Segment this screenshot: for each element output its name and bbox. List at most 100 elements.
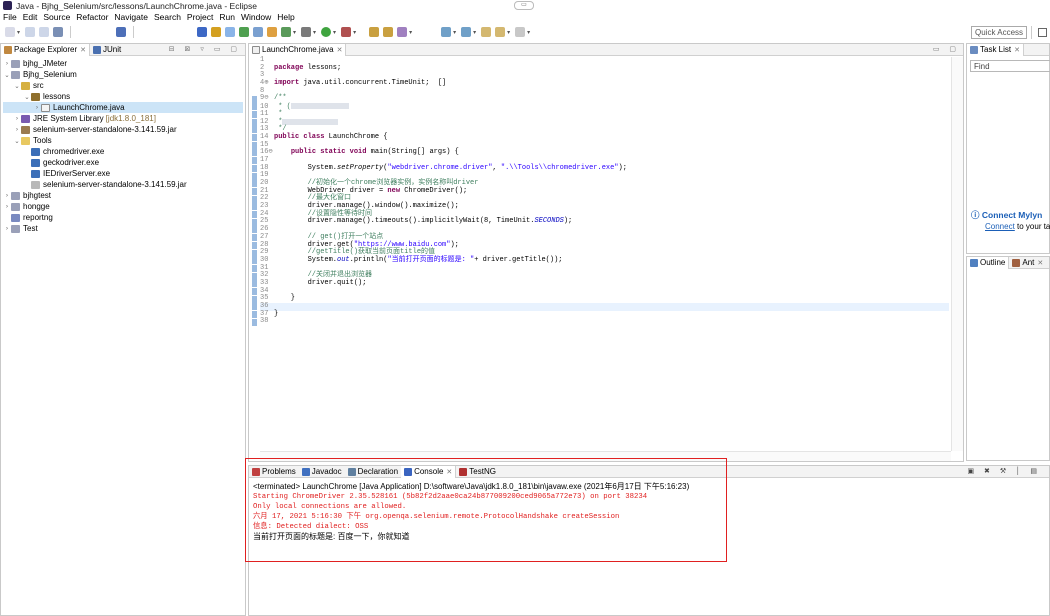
editor-minmax[interactable]: ▭ ▢: [933, 45, 960, 53]
tree-label: src: [33, 81, 44, 90]
tab-ant[interactable]: Ant ✕: [1009, 257, 1046, 269]
collapse-icon[interactable]: ⌄: [13, 137, 21, 145]
tab-task-list[interactable]: Task List ✕: [967, 43, 1024, 56]
dropdown-icon[interactable]: ▾: [17, 29, 20, 36]
open-task-icon[interactable]: [383, 27, 394, 37]
tree-item[interactable]: ⌄ Bjhg_Selenium: [3, 69, 243, 80]
tree-item[interactable]: › hongge: [3, 201, 243, 212]
grid-icon[interactable]: [253, 27, 264, 37]
collapse-icon[interactable]: ⌄: [3, 71, 11, 79]
expand-icon[interactable]: ›: [3, 60, 11, 67]
coverage-icon[interactable]: [281, 27, 292, 37]
dropdown-icon[interactable]: ▾: [353, 29, 356, 36]
tree-item[interactable]: › selenium-server-standalone-3.141.59.jar: [3, 124, 243, 135]
menu-search[interactable]: Search: [154, 12, 181, 22]
tree-item[interactable]: selenium-server-standalone-3.141.59.jar: [3, 179, 243, 190]
dropdown-icon[interactable]: ▾: [527, 29, 530, 36]
code-line: 2 package lessons;: [260, 64, 949, 73]
save-all-icon[interactable]: [39, 27, 50, 37]
tree-item[interactable]: reportng: [3, 212, 243, 223]
collapse-icon[interactable]: ⌄: [13, 82, 21, 90]
tree-item[interactable]: ⌄ src: [3, 80, 243, 91]
save-icon[interactable]: [25, 27, 36, 37]
wand-icon[interactable]: [211, 27, 222, 37]
block-icon[interactable]: [239, 27, 250, 37]
dropdown-icon[interactable]: ▾: [333, 29, 336, 36]
expand-icon[interactable]: ›: [13, 115, 21, 122]
previous-annotation-icon[interactable]: [461, 27, 472, 37]
menu-edit[interactable]: Edit: [23, 12, 38, 22]
quick-access-input[interactable]: Quick Access: [971, 26, 1027, 39]
expand-icon[interactable]: ›: [3, 203, 11, 210]
console-toolbar[interactable]: ▣ ✖ ⚒ │ ▤: [967, 467, 1041, 475]
close-icon[interactable]: ✕: [337, 46, 343, 54]
tree-item[interactable]: › JRE System Library [jdk1.8.0_181]: [3, 113, 243, 124]
expand-icon[interactable]: ›: [3, 192, 11, 199]
new-class-icon[interactable]: [267, 27, 278, 37]
collapse-icon[interactable]: ⌄: [23, 93, 31, 101]
tab-junit[interactable]: JUnit: [90, 44, 124, 56]
tab-launchchrome[interactable]: LaunchChrome.java ✕: [249, 43, 347, 56]
back-icon[interactable]: [495, 27, 506, 37]
debug-icon[interactable]: [301, 27, 312, 37]
menu-navigate[interactable]: Navigate: [114, 12, 148, 22]
terminal-icon[interactable]: [53, 27, 64, 37]
new-icon[interactable]: [5, 27, 15, 37]
dropdown-icon[interactable]: ▾: [293, 29, 296, 36]
tree-item[interactable]: chromedriver.exe: [3, 146, 243, 157]
code-area[interactable]: 1 2 package lessons; 3 4⊕ import java.util.co…: [260, 56, 949, 326]
expand-icon[interactable]: ›: [3, 225, 11, 232]
tree-item[interactable]: › LaunchChrome.java: [3, 102, 243, 113]
close-icon[interactable]: ✕: [1037, 259, 1043, 267]
tree-item[interactable]: › bjhgtest: [3, 190, 243, 201]
tab-label: Outline: [980, 258, 1006, 267]
tree-item[interactable]: ⌄ Tools: [3, 135, 243, 146]
highlight-icon[interactable]: [225, 27, 236, 37]
dropdown-icon[interactable]: ▾: [507, 29, 510, 36]
change-marker: [252, 288, 257, 295]
open-perspective-icon[interactable]: [1038, 28, 1047, 37]
connect-link[interactable]: Connect: [985, 222, 1015, 231]
tab-outline[interactable]: Outline: [967, 256, 1010, 269]
forward-icon[interactable]: [515, 27, 526, 37]
menu-run[interactable]: Run: [219, 12, 235, 22]
menu-help[interactable]: Help: [277, 12, 294, 22]
menu-window[interactable]: Window: [241, 12, 271, 22]
last-edit-icon[interactable]: [481, 27, 492, 37]
menu-file[interactable]: File: [3, 12, 17, 22]
external-tools-icon[interactable]: [341, 27, 352, 37]
code-line: 38: [260, 318, 949, 326]
menu-source[interactable]: Source: [43, 12, 70, 22]
code-line: 12 *: [260, 118, 949, 126]
tree-item[interactable]: › bjhg_JMeter: [3, 58, 243, 69]
restore-icon[interactable]: ▭: [514, 1, 534, 10]
expand-icon[interactable]: ›: [13, 126, 21, 133]
menu-project[interactable]: Project: [187, 12, 213, 22]
close-icon[interactable]: ✕: [80, 46, 86, 54]
code-line: 10 * (: [260, 103, 949, 111]
next-annotation-icon[interactable]: [441, 27, 452, 37]
tree-item[interactable]: IEDriverServer.exe: [3, 168, 243, 179]
close-icon[interactable]: ✕: [1014, 46, 1020, 54]
menu-refactor[interactable]: Refactor: [76, 12, 108, 22]
tree-item[interactable]: › Test: [3, 223, 243, 234]
dropdown-icon[interactable]: ▾: [453, 29, 456, 36]
tree-item[interactable]: geckodriver.exe: [3, 157, 243, 168]
dropdown-icon[interactable]: ▾: [473, 29, 476, 36]
task-find-input[interactable]: Find: [970, 60, 1050, 72]
expand-icon[interactable]: ›: [33, 104, 41, 111]
exe-icon: [31, 147, 40, 156]
dropdown-icon[interactable]: ▾: [409, 29, 412, 36]
search-icon[interactable]: [397, 27, 408, 37]
toggle-icon[interactable]: [197, 27, 208, 37]
tab-package-explorer[interactable]: Package Explorer ✕: [1, 43, 91, 56]
console-icon[interactable]: [116, 27, 127, 37]
perspective-switcher[interactable]: [1031, 26, 1050, 39]
vertical-scrollbar[interactable]: [951, 57, 963, 451]
view-toolbar[interactable]: ⊟ ⊠ ▿ ▭ ▢: [169, 45, 241, 53]
tree-item[interactable]: ⌄ lessons: [3, 91, 243, 102]
dropdown-icon[interactable]: ▾: [313, 29, 316, 36]
open-type-icon[interactable]: [369, 27, 380, 37]
run-icon[interactable]: [321, 27, 332, 37]
annotation-ruler[interactable]: [250, 57, 260, 461]
